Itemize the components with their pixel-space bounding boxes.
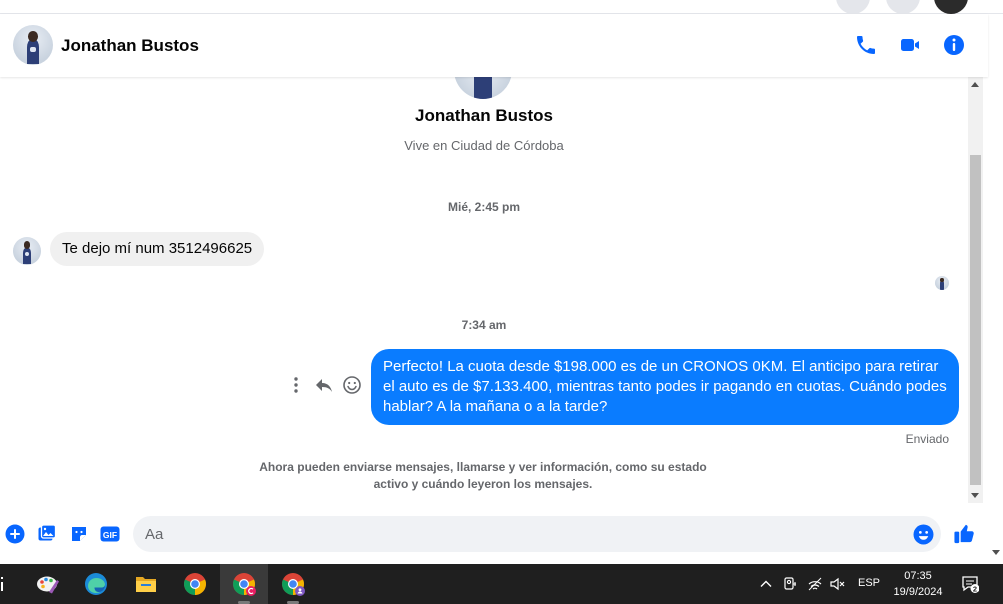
taskbar-app-file-explorer[interactable] [122,564,170,604]
message-timestamp: 7:34 am [461,318,507,332]
video-call-icon[interactable] [898,33,922,57]
edge-browser-icon [85,573,107,595]
taskbar-app-paint[interactable] [24,564,72,604]
more-options-icon[interactable] [286,375,306,395]
profile-location: Vive en Ciudad de Córdoba [404,138,564,153]
camera-tray-icon[interactable] [782,576,798,592]
like-icon[interactable] [953,522,976,545]
sticker-icon[interactable] [69,524,89,544]
photo-icon[interactable] [37,524,57,544]
chevron-up-icon[interactable] [758,576,774,592]
incoming-avatar[interactable] [13,237,41,265]
chrome-profile-icon [282,573,305,596]
taskbar-app-chrome[interactable] [171,564,219,604]
contact-name[interactable]: Jonathan Bustos [61,36,199,56]
gif-icon[interactable]: GIF [100,524,120,544]
clock-date: 19/9/2024 [893,586,943,598]
taskbar-app-chrome-profile-2[interactable] [269,564,317,604]
taskbar-app-chrome-profile-c[interactable] [220,564,268,604]
folder-icon [136,577,156,592]
language-indicator[interactable]: ESP [858,577,880,589]
message-timestamp: Mié, 2:45 pm [447,200,521,214]
volume-muted-icon[interactable] [829,576,845,592]
paint-app-icon [37,576,59,594]
messenger-window: Jonathan Bustos Jonathan Bustos Vive en … [0,0,1003,604]
profile-avatar[interactable] [454,77,512,99]
outgoing-message-bubble[interactable]: Perfecto! La cuota desde $198.000 es de … [371,349,959,425]
page-scrollbar[interactable] [988,14,1003,564]
reply-icon[interactable] [314,375,334,395]
more-actions-icon[interactable] [5,524,25,544]
message-actions [286,375,366,397]
top-avatar[interactable] [934,0,968,14]
clock-time: 07:35 [904,570,932,582]
contact-avatar[interactable] [13,25,53,65]
wifi-icon[interactable] [807,576,823,592]
scrollbar[interactable] [968,77,983,503]
emoji-icon[interactable] [913,524,934,545]
top-icon-2[interactable] [886,0,920,14]
scroll-thumb[interactable] [970,155,981,485]
chat-header: Jonathan Bustos [0,14,988,77]
scroll-up-icon[interactable] [971,82,979,87]
top-icon-1[interactable] [836,0,870,14]
scroll-down-icon[interactable] [971,493,979,498]
phone-icon[interactable] [854,33,878,57]
taskbar-app-edge[interactable] [72,564,120,604]
chrome-profile-icon [233,573,256,596]
system-clock[interactable]: 07:35 19/9/2024 [885,568,951,600]
message-input[interactable] [133,516,941,552]
profile-name: Jonathan Bustos [415,106,553,125]
privacy-info-text: Ahora pueden enviarse mensajes, llamarse… [259,460,707,491]
sent-status: Enviado [905,432,949,446]
taskbar-edge-icon[interactable] [0,577,4,591]
incoming-message-bubble[interactable]: Te dejo mí num 3512496625 [50,232,265,266]
message-thread: Jonathan Bustos Vive en Ciudad de Córdob… [0,77,968,503]
notification-icon[interactable]: 2 [961,575,979,593]
top-strip [0,0,1003,14]
notification-count: 2 [973,584,977,593]
gif-label: GIF [103,530,117,540]
message-composer: GIF [0,503,988,564]
chrome-icon [184,573,206,595]
react-emoji-icon[interactable] [342,375,362,395]
seen-indicator-avatar [935,276,949,290]
page-scroll-down-icon[interactable] [992,550,1000,555]
windows-taskbar: ESP 07:35 19/9/2024 2 [0,564,1003,604]
info-icon[interactable] [942,33,966,57]
